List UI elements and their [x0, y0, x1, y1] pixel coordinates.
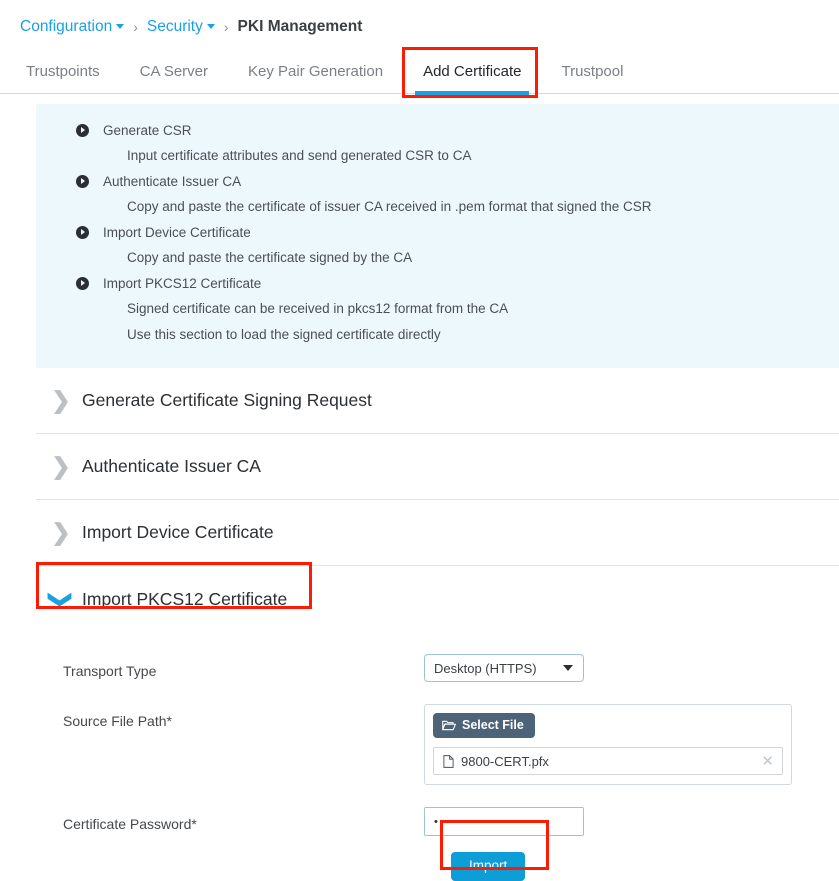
transport-type-value: Desktop (HTTPS)	[434, 660, 537, 676]
certificate-password-value: ••••••••	[434, 815, 478, 828]
chevron-right-icon: ❯	[51, 387, 71, 413]
breadcrumb-label-configuration: Configuration	[20, 17, 113, 35]
instruction-entry: Generate CSR	[36, 118, 839, 143]
transport-type-label: Transport Type	[63, 663, 157, 679]
instruction-detail: Input certificate attributes and send ge…	[127, 148, 472, 163]
chevron-down-icon: ❯	[48, 589, 75, 609]
breadcrumb-separator: ›	[223, 18, 229, 35]
accordion: ❯ Generate Certificate Signing Request ❯…	[36, 368, 839, 632]
accordion-title: Authenticate Issuer CA	[82, 456, 261, 476]
tab-ca-server[interactable]: CA Server	[120, 63, 228, 93]
breadcrumb-label-security: Security	[146, 17, 203, 35]
breadcrumb-item-security[interactable]: Security	[147, 18, 215, 36]
instruction-entry: Import Device Certificate	[36, 220, 839, 245]
arrow-circle-right-icon	[76, 277, 89, 290]
import-button[interactable]: Import	[451, 852, 526, 881]
breadcrumb: Configuration › Security › PKI Managemen…	[0, 0, 839, 40]
instruction-detail: Copy and paste the certificate of issuer…	[127, 199, 652, 214]
instruction-entry: Import PKCS12 Certificate	[36, 271, 839, 296]
accordion-title: Generate Certificate Signing Request	[82, 390, 372, 410]
instruction-title: Import Device Certificate	[103, 225, 251, 240]
accordion-title: Import PKCS12 Certificate	[82, 588, 288, 609]
tab-trustpool[interactable]: Trustpool	[541, 63, 643, 93]
form-row-certificate-password: Certificate Password* ••••••••	[36, 807, 839, 836]
folder-open-icon	[442, 720, 456, 730]
instruction-title: Generate CSR	[103, 123, 192, 138]
file-upload-box: Select File 9800-CERT.pfx ✕	[424, 704, 792, 785]
instruction-detail: Use this section to load the signed cert…	[127, 327, 441, 342]
instruction-title: Import PKCS12 Certificate	[103, 276, 262, 291]
arrow-circle-right-icon	[76, 226, 89, 239]
accordion-section-import-pkcs12-certificate[interactable]: ❯ Import PKCS12 Certificate	[36, 566, 839, 632]
accordion-section-authenticate-issuer-ca[interactable]: ❯ Authenticate Issuer CA	[36, 434, 839, 500]
breadcrumb-item-configuration[interactable]: Configuration	[20, 17, 125, 36]
instruction-entry: Authenticate Issuer CA	[36, 169, 839, 194]
caret-down-icon	[206, 23, 215, 29]
caret-down-icon	[116, 23, 125, 29]
transport-type-select[interactable]: Desktop (HTTPS)	[424, 654, 584, 682]
tab-trustpoints[interactable]: Trustpoints	[20, 63, 120, 93]
document-icon	[443, 754, 454, 768]
clear-file-icon[interactable]: ✕	[761, 754, 774, 769]
instructions-panel: Generate CSR Input certificate attribute…	[36, 104, 839, 368]
select-file-button[interactable]: Select File	[433, 713, 535, 738]
accordion-section-generate-csr[interactable]: ❯ Generate Certificate Signing Request	[36, 368, 839, 434]
form-actions: Import	[36, 852, 839, 881]
breadcrumb-separator: ›	[133, 18, 138, 35]
arrow-circle-right-icon	[76, 175, 89, 188]
form-row-transport-type: Transport Type Desktop (HTTPS)	[36, 654, 839, 682]
certificate-password-label: Certificate Password*	[63, 816, 197, 832]
instruction-detail: Signed certificate can be received in pk…	[127, 301, 509, 316]
instruction-title: Authenticate Issuer CA	[103, 174, 242, 189]
tab-add-certificate[interactable]: Add Certificate	[403, 63, 541, 95]
chevron-right-icon: ❯	[51, 453, 71, 479]
accordion-section-import-device-certificate[interactable]: ❯ Import Device Certificate	[36, 500, 839, 566]
import-pkcs12-form: Transport Type Desktop (HTTPS) Source Fi…	[36, 632, 839, 881]
select-file-button-label: Select File	[462, 718, 524, 732]
form-row-source-file-path: Source File Path* Select File 9800-CERT.…	[36, 704, 839, 785]
tab-key-pair-generation[interactable]: Key Pair Generation	[228, 63, 403, 93]
chevron-down-icon	[563, 665, 573, 671]
certificate-password-input[interactable]: ••••••••	[424, 807, 584, 836]
source-file-path-label: Source File Path*	[63, 713, 172, 729]
selected-file-row: 9800-CERT.pfx ✕	[433, 747, 783, 775]
accordion-title: Import Device Certificate	[82, 522, 274, 542]
breadcrumb-current-page: PKI Management	[237, 17, 363, 35]
tab-bar: Trustpoints CA Server Key Pair Generatio…	[0, 40, 839, 95]
arrow-circle-right-icon	[76, 124, 89, 137]
selected-file-name: 9800-CERT.pfx	[461, 753, 549, 769]
chevron-right-icon: ❯	[51, 519, 71, 545]
instruction-detail: Copy and paste the certificate signed by…	[127, 250, 413, 265]
